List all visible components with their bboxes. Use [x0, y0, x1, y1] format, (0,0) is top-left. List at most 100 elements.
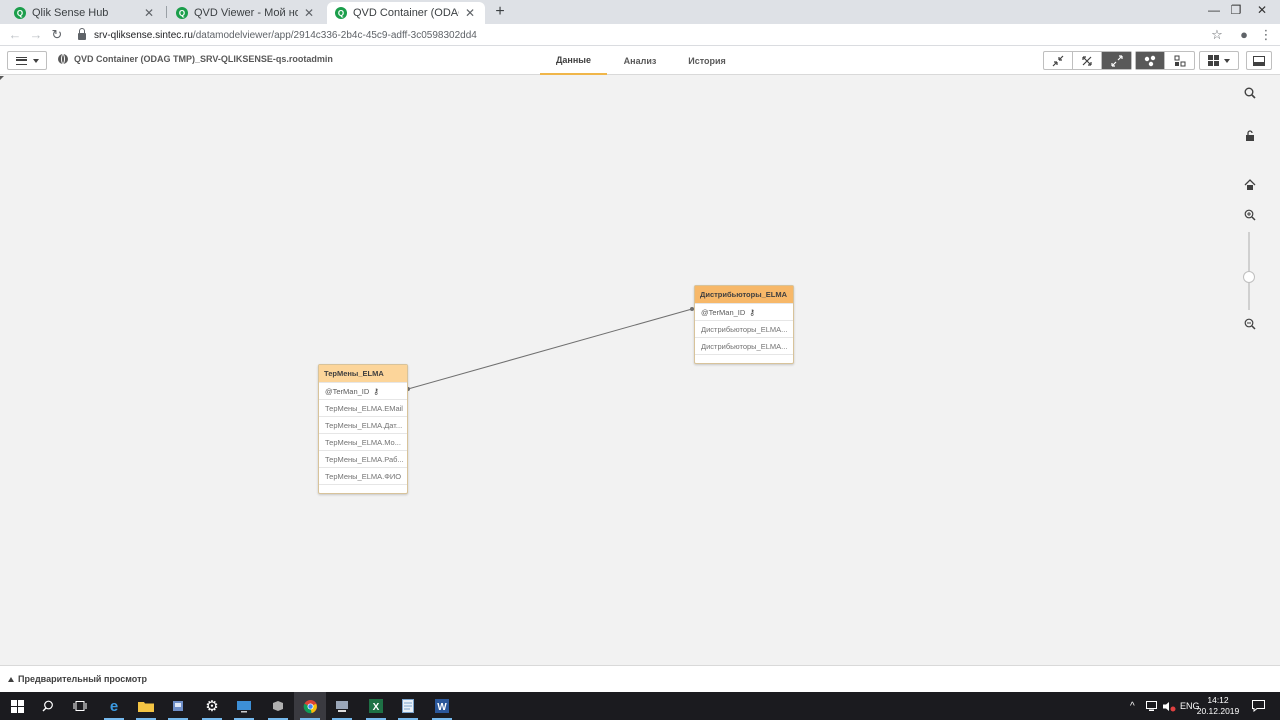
table-footer: [695, 354, 793, 363]
notification-center-icon[interactable]: [1252, 692, 1265, 720]
layout-menu-button[interactable]: [1199, 51, 1239, 70]
linked-fields-icon: [1082, 55, 1092, 66]
chevron-down-icon: [1224, 58, 1230, 63]
model-view-group: [1135, 51, 1195, 70]
start-button[interactable]: [0, 692, 34, 720]
show-linked-fields-button[interactable]: [1073, 52, 1102, 69]
chrome-browser-icon[interactable]: [294, 692, 326, 720]
expand-all-button[interactable]: [1102, 52, 1131, 69]
field-label: ТерМены_ELMA.Дат...: [325, 420, 403, 430]
tab-analysis[interactable]: Анализ: [614, 46, 666, 75]
volume-icon[interactable]: [1162, 692, 1176, 720]
close-tab-icon[interactable]: ✕: [302, 6, 316, 20]
table-node-termeny[interactable]: ТерМены_ELMA @TerMan_ID ⚷ ТерМены_ELMA.EM…: [318, 364, 408, 494]
preview-panel-toggle[interactable]: Предварительный просмотр: [0, 665, 1280, 692]
table-node-distributors[interactable]: Дистрибьюторы_ELMA @TerMan_ID ⚷ Дистрибью…: [694, 285, 794, 364]
field-label: Дистрибьюторы_ELMA...: [701, 324, 788, 334]
expand-up-icon: [8, 676, 14, 682]
back-arrow-icon[interactable]: ←: [6, 26, 24, 44]
source-table-view-button[interactable]: [1165, 52, 1194, 69]
reload-icon[interactable]: ↻: [48, 26, 66, 44]
key-icon: ⚷: [373, 386, 380, 396]
field-row[interactable]: ТерМены_ELMA.Раб...: [319, 450, 407, 467]
windows-logo-icon: [10, 699, 24, 713]
word-icon[interactable]: W: [426, 692, 458, 720]
browser-tab-qvd-viewer[interactable]: Q QVD Viewer - Мой новый лист ( ✕: [168, 2, 324, 24]
field-row[interactable]: ТерМены_ELMA.EMail: [319, 399, 407, 416]
field-label: ТерМены_ELMA.Мо...: [325, 437, 401, 447]
key-icon: ⚷: [749, 307, 756, 317]
zoom-out-icon[interactable]: [1242, 316, 1258, 332]
profile-avatar-icon[interactable]: ●: [1235, 26, 1253, 44]
edge-browser-icon[interactable]: e: [98, 692, 130, 720]
device-manager-icon[interactable]: [326, 692, 358, 720]
settings-gear-icon[interactable]: ⚙: [196, 692, 228, 720]
table-title: ТерМены_ELMA: [319, 365, 407, 382]
clock[interactable]: 14:12 20.12.2019: [1196, 695, 1240, 717]
preview-label: Предварительный просмотр: [18, 674, 147, 684]
qlik-favicon-icon: Q: [335, 7, 347, 19]
field-row[interactable]: Дистрибьюторы_ELMA...: [695, 320, 793, 337]
forward-arrow-icon[interactable]: →: [27, 26, 45, 44]
windows-taskbar: e ⚙ X W ^ ENG 14:12 20.12.2019: [0, 692, 1280, 720]
globe-icon: [58, 54, 68, 64]
browser-toolbar: ← → ↻ srv-qliksense.sintec.ru/datamodelv…: [0, 24, 1280, 46]
browser-tab-qvd-container[interactable]: Q QVD Container (ODAG TMP)_SRV ✕: [327, 2, 485, 24]
lock-icon: [78, 28, 86, 40]
zoom-slider-handle[interactable]: [1243, 271, 1255, 283]
browser-menu-icon[interactable]: ⋮: [1257, 26, 1275, 44]
canvas-corner-marker: [0, 76, 4, 80]
field-row[interactable]: ТерМены_ELMA.ФИО: [319, 467, 407, 484]
close-tab-icon[interactable]: ✕: [463, 6, 477, 20]
field-row[interactable]: @TerMan_ID ⚷: [319, 382, 407, 399]
data-model-canvas[interactable]: [0, 75, 1280, 665]
table-footer: [319, 484, 407, 493]
internal-table-view-button[interactable]: [1136, 52, 1165, 69]
home-icon[interactable]: [1242, 176, 1258, 192]
close-tab-icon[interactable]: ✕: [142, 6, 156, 20]
browser-tab-qlik-hub[interactable]: Q Qlik Sense Hub ✕: [6, 2, 164, 24]
file-explorer-icon[interactable]: [130, 692, 162, 720]
network-icon[interactable]: [1146, 692, 1159, 720]
tray-overflow-icon[interactable]: ^: [1130, 692, 1135, 720]
network-app-icon[interactable]: [162, 692, 194, 720]
server-manager-icon[interactable]: [262, 692, 294, 720]
notepad-icon[interactable]: [392, 692, 424, 720]
tab-data[interactable]: Данные: [540, 46, 607, 75]
global-menu-button[interactable]: [7, 51, 47, 70]
field-row[interactable]: Дистрибьюторы_ELMA...: [695, 337, 793, 354]
svg-text:X: X: [373, 702, 380, 713]
clock-date: 20.12.2019: [1196, 706, 1240, 716]
field-label: ТерМены_ELMA.EMail: [325, 403, 403, 413]
grid-icon: [1208, 55, 1219, 66]
collapse-all-button[interactable]: [1044, 52, 1073, 69]
url-path: /datamodelviewer/app/2914c336-2b4c-45c9-…: [192, 29, 477, 41]
bookmark-star-icon[interactable]: ☆: [1208, 26, 1226, 44]
field-row[interactable]: @TerMan_ID ⚷: [695, 303, 793, 320]
close-window-button[interactable]: ✕: [1242, 0, 1280, 22]
svg-text:W: W: [437, 702, 447, 713]
address-bar[interactable]: srv-qliksense.sintec.ru/datamodelviewer/…: [78, 27, 477, 43]
browser-tab-strip: Q Qlik Sense Hub ✕ Q QVD Viewer - Мой но…: [0, 0, 1280, 24]
chevron-down-icon: [32, 58, 39, 63]
zoom-in-icon[interactable]: [1242, 207, 1258, 223]
field-label: @TerMan_ID: [325, 386, 370, 396]
table-nodes-icon: [1144, 55, 1156, 66]
task-view-icon[interactable]: [64, 692, 96, 720]
source-table-icon: [1174, 55, 1185, 66]
table-title: Дистрибьюторы_ELMA: [695, 286, 793, 303]
tab-history[interactable]: История: [680, 46, 734, 75]
preview-panel-icon: [1253, 55, 1265, 66]
excel-icon[interactable]: X: [360, 692, 392, 720]
field-label: @TerMan_ID: [701, 307, 746, 317]
search-icon[interactable]: [32, 692, 64, 720]
qlik-favicon-icon: Q: [14, 7, 26, 19]
new-tab-button[interactable]: +: [491, 3, 509, 21]
search-icon[interactable]: [1242, 85, 1258, 101]
field-row[interactable]: ТерМены_ELMA.Дат...: [319, 416, 407, 433]
toggle-preview-button[interactable]: [1246, 51, 1272, 70]
unlock-icon[interactable]: [1242, 127, 1258, 143]
remote-desktop-icon[interactable]: [228, 692, 260, 720]
field-row[interactable]: ТерМены_ELMA.Мо...: [319, 433, 407, 450]
hamburger-icon: [15, 56, 27, 65]
